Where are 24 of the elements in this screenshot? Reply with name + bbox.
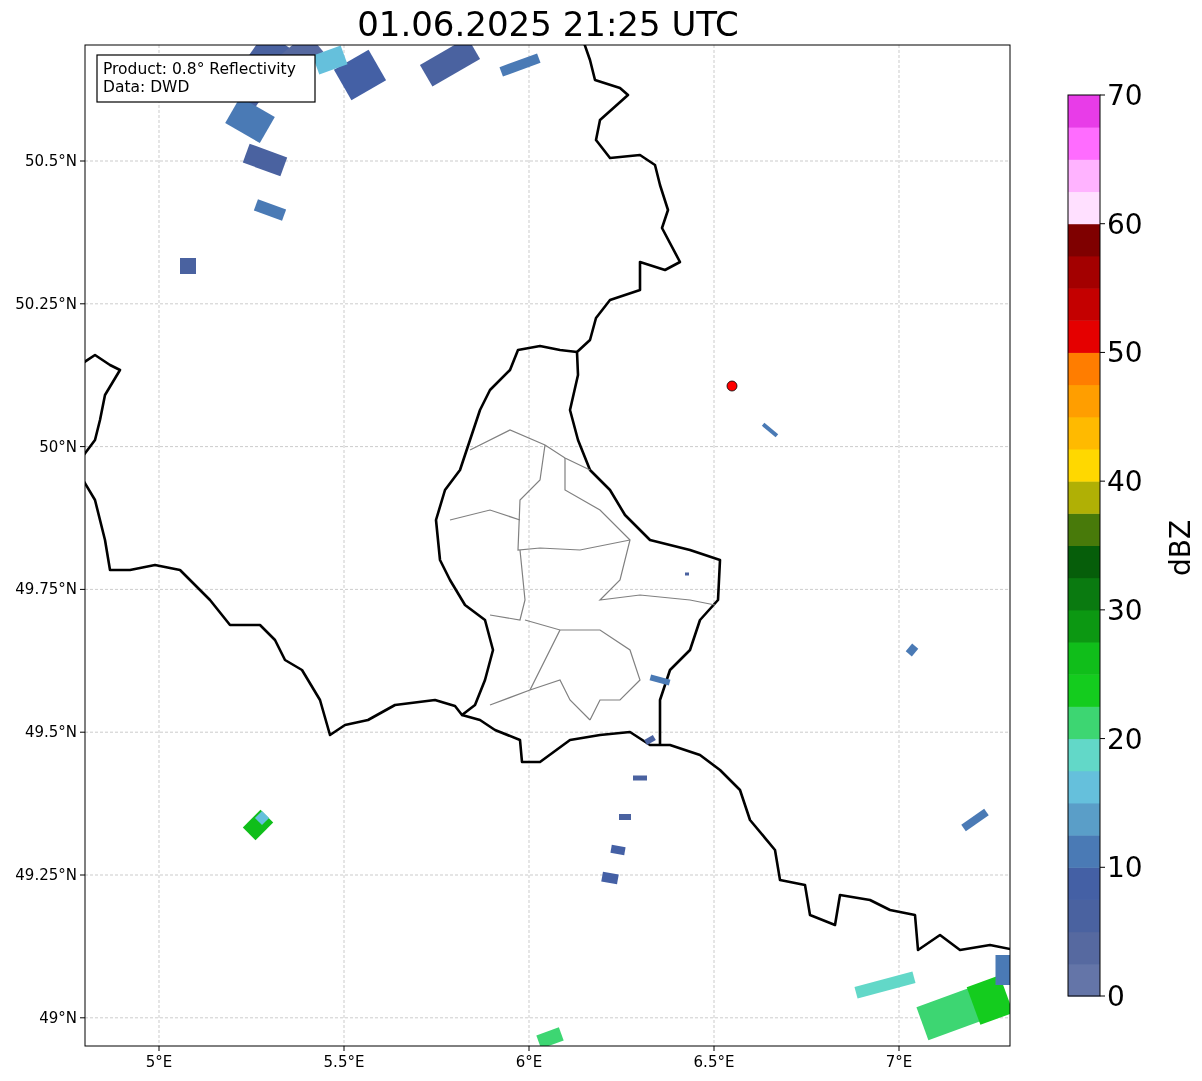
colorbar-tick-label: 0 [1107,980,1125,1013]
colorbar-tick-label: 30 [1107,593,1143,627]
colorbar-tick-label: 60 [1107,207,1143,241]
colorbar-tick-label: 40 [1107,465,1143,499]
axis-tick-label: 50.5°N [24,152,77,170]
axis-tick-label: 49.75°N [15,580,77,599]
colorbar-tick-label: 50 [1107,336,1143,370]
chart-title: 01.06.2025 21:25 UTC [357,4,739,44]
colorbar-label: dBZ [1164,519,1197,577]
axis-tick-label: 50.25°N [15,294,77,313]
axis-tick-label: 49.5°N [24,723,77,742]
colorbar-tick-label: 10 [1107,851,1143,885]
axis-tick-label: 49.25°N [15,866,77,884]
axis-tick-label: 5°E [145,1053,173,1071]
axis-tick-label: 5.5°E [323,1053,365,1071]
axis-tick-label: 50°N [39,437,77,456]
colorbar-tick-label: 20 [1107,722,1143,756]
axis-tick-label: 49°N [39,1008,77,1027]
info-text: Product: 0.8° Reflectivity [103,60,296,78]
axis-tick-label: 6°E [515,1053,543,1071]
colorbar-tick-label: 70 [1107,79,1143,112]
axis-tick-label: 7°E [885,1053,913,1071]
info-text: Data: DWD [103,78,190,96]
axis-tick-label: 6.5°E [693,1053,735,1071]
